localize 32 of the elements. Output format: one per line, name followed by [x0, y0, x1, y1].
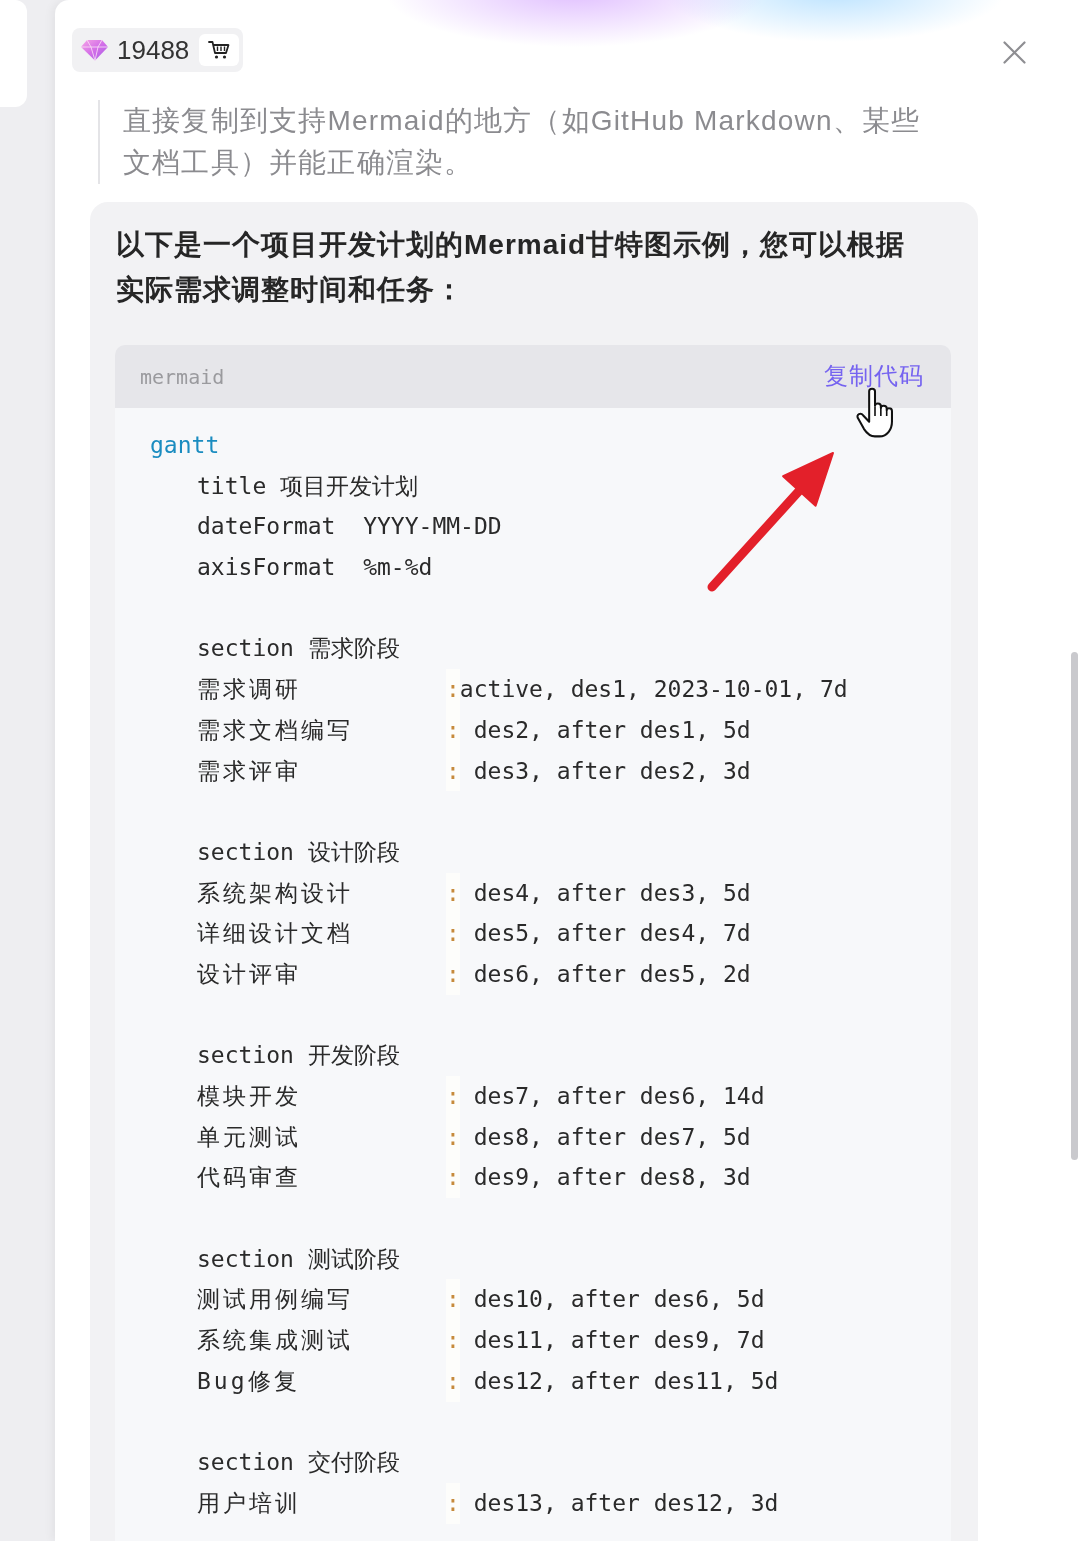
code-line: section 开发阶段: [197, 1041, 400, 1071]
code-line: 需求文档编写 : des2, after des1, 5d: [197, 709, 751, 751]
code-line: 详细设计文档 : des5, after des4, 7d: [197, 913, 751, 954]
code-line: section 测试阶段: [197, 1244, 400, 1274]
code-line: 需求评审 : des3, after des2, 3d: [197, 750, 751, 792]
code-line: 测试用例编写 : des10, after des6, 5d: [197, 1279, 765, 1321]
close-button[interactable]: [1003, 41, 1026, 64]
code-line: 设计评审 : des6, after des5, 2d: [197, 953, 751, 995]
code-line: title 项目开发计划: [197, 471, 419, 501]
code-line: 代码审查 : des9, after des8, 3d: [197, 1157, 751, 1199]
gem-icon: [81, 39, 108, 61]
code-line: 系统架构设计 : des4, after des3, 5d: [197, 872, 751, 914]
code-line: section 交付阶段: [197, 1448, 400, 1478]
code-line: 单元测试 : des8, after des7, 5d: [197, 1116, 751, 1158]
code-language-label: mermaid: [140, 363, 225, 391]
code-line: section 需求阶段: [197, 634, 400, 664]
points-count: 19488: [117, 37, 190, 63]
code-line: Bug修复 : des12, after des11, 5d: [197, 1360, 779, 1402]
cart-icon[interactable]: [199, 34, 240, 66]
code-line: section 设计阶段: [197, 837, 400, 867]
code-line: dateFormat YYYY-MM-DD: [197, 512, 502, 542]
code-line: 需求调研 :active, des1, 2023-10-01, 7d: [197, 669, 848, 710]
copy-code-button[interactable]: 复制代码: [824, 362, 924, 391]
quote-text: 直接复制到支持Mermaid的地方（如GitHub Markdown、某些文档工具）并能正确渲染。: [123, 104, 922, 180]
code-line: axisFormat %m-%d: [197, 553, 433, 583]
scrollbar[interactable]: [1071, 652, 1078, 1160]
code-line: 模块开发 : des7, after des6, 14d: [197, 1076, 765, 1117]
code-line: 系统集成测试 : des11, after des9, 7d: [197, 1320, 765, 1361]
code-line: 用户培训 : des13, after des12, 3d: [197, 1482, 779, 1524]
close-icon: [1003, 41, 1026, 64]
message-text: 以下是一个项目开发计划的Mermaid甘特图示例，您可以根据实际需求调整时间和任务：: [116, 228, 907, 307]
code-line: gantt: [150, 431, 220, 460]
